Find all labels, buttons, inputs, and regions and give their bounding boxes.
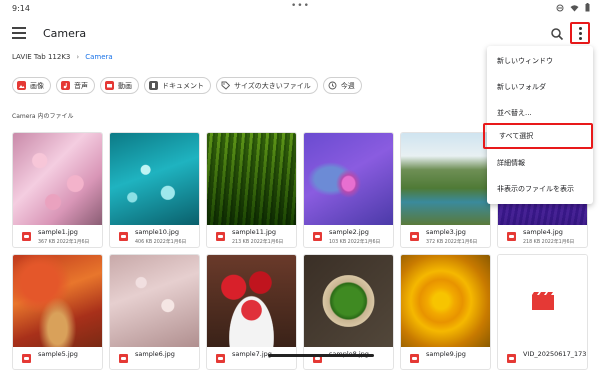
file-card[interactable]: sample9.jpg: [400, 254, 491, 370]
chip-label: 画像: [30, 81, 44, 90]
file-info: 218 KB 2022年1月6日: [523, 240, 575, 245]
file-name: sample4.jpg: [523, 228, 563, 236]
multiwindow-handle-icon[interactable]: •••: [291, 1, 310, 11]
chip-label: 今週: [340, 81, 355, 90]
dnd-icon: [556, 4, 564, 11]
video-icon: [105, 81, 114, 90]
image-file-icon: [119, 232, 128, 241]
file-info: 103 KB 2022年1月6日: [329, 240, 381, 245]
tag-icon: [221, 81, 230, 90]
image-file-icon: [313, 232, 322, 241]
more-options-button[interactable]: [570, 22, 590, 44]
file-card[interactable]: sample8.jpg: [303, 254, 394, 370]
file-thumbnail: [13, 255, 102, 347]
image-file-icon: [410, 232, 419, 241]
system-icons: [556, 3, 590, 12]
menu-item-details[interactable]: 詳細情報: [487, 150, 593, 176]
app-bar: Camera: [0, 20, 600, 48]
file-name: sample1.jpg: [38, 228, 78, 236]
file-name: sample11.jpg: [232, 228, 277, 236]
chip-audio[interactable]: 音声: [56, 77, 95, 94]
file-thumbnail: [207, 255, 296, 347]
menu-item-show-hidden[interactable]: 非表示のファイルを表示: [487, 176, 593, 202]
file-thumbnail: [110, 133, 199, 225]
history-icon: [328, 81, 337, 90]
file-name: sample3.jpg: [426, 228, 466, 236]
gesture-bar[interactable]: [268, 354, 374, 357]
chip-documents[interactable]: ドキュメント: [144, 77, 211, 94]
file-card[interactable]: sample7.jpg: [206, 254, 297, 370]
file-name: sample10.jpg: [135, 228, 180, 236]
chevron-right-icon: ›: [76, 53, 80, 61]
status-time: 9:14: [12, 4, 30, 13]
file-card[interactable]: sample3.jpg 372 KB 2022年1月6日: [400, 132, 491, 248]
file-info: 367 KB 2022年1月6日: [38, 240, 90, 245]
file-thumbnail: [207, 133, 296, 225]
chip-label: サイズの大きいファイル: [234, 81, 311, 90]
file-thumbnail: [13, 133, 102, 225]
file-thumbnail: [304, 133, 393, 225]
file-info: 406 KB 2022年1月6日: [135, 240, 187, 245]
video-file-icon: [531, 292, 554, 310]
file-info: 213 KB 2022年1月6日: [232, 240, 284, 245]
file-thumbnail: [110, 255, 199, 347]
file-info: 372 KB 2022年1月6日: [426, 240, 478, 245]
image-icon: [17, 81, 26, 90]
document-icon: [149, 81, 158, 90]
file-name: sample9.jpg: [426, 350, 466, 358]
wifi-icon: [570, 4, 579, 11]
image-file-icon: [216, 232, 225, 241]
file-card[interactable]: sample2.jpg 103 KB 2022年1月6日: [303, 132, 394, 248]
file-name: sample2.jpg: [329, 228, 369, 236]
chip-label: 音声: [74, 81, 88, 90]
file-thumbnail: [498, 255, 587, 347]
file-name: sample6.jpg: [135, 350, 175, 358]
file-card[interactable]: VID_20250617_173...: [497, 254, 588, 370]
overflow-menu: 新しいウィンドウ 新しいフォルダ 並べ替え... すべて選択 詳細情報 非表示の…: [483, 46, 593, 204]
image-file-icon: [507, 232, 516, 241]
chip-video[interactable]: 動画: [100, 77, 139, 94]
file-name: sample7.jpg: [232, 350, 272, 358]
image-file-icon: [22, 354, 31, 363]
file-card[interactable]: sample6.jpg: [109, 254, 200, 370]
file-card[interactable]: sample11.jpg 213 KB 2022年1月6日: [206, 132, 297, 248]
breadcrumb-current[interactable]: Camera: [85, 53, 112, 61]
menu-item-select-all[interactable]: すべて選択: [483, 123, 593, 149]
page-title: Camera: [43, 27, 87, 40]
breadcrumb-device[interactable]: LAVIE Tab 112K3: [12, 53, 70, 61]
chip-label: ドキュメント: [162, 81, 204, 90]
image-file-icon: [216, 354, 225, 363]
battery-icon: [585, 3, 590, 12]
file-card[interactable]: sample1.jpg 367 KB 2022年1月6日: [12, 132, 103, 248]
chip-large-files[interactable]: サイズの大きいファイル: [216, 77, 318, 94]
file-thumbnail: [304, 255, 393, 347]
image-file-icon: [119, 354, 128, 363]
file-card[interactable]: sample5.jpg: [12, 254, 103, 370]
breadcrumb: LAVIE Tab 112K3 › Camera: [12, 53, 113, 61]
image-file-icon: [22, 232, 31, 241]
chip-this-week[interactable]: 今週: [322, 77, 362, 94]
filter-chips: 画像 音声 動画 ドキュメント サイズの大きいファイル 今週: [12, 77, 362, 94]
audio-icon: [61, 81, 70, 90]
menu-item-new-window[interactable]: 新しいウィンドウ: [487, 48, 593, 74]
section-label: Camera 内のファイル: [12, 113, 74, 120]
image-file-icon: [410, 354, 419, 363]
chip-images[interactable]: 画像: [12, 77, 51, 94]
file-name: sample5.jpg: [38, 350, 78, 358]
file-name: VID_20250617_173...: [523, 350, 588, 358]
menu-icon[interactable]: [12, 27, 26, 39]
chip-label: 動画: [118, 81, 132, 90]
video-file-small-icon: [507, 354, 516, 363]
file-thumbnail: [401, 255, 490, 347]
status-bar: 9:14 •••: [0, 0, 600, 18]
file-card[interactable]: sample10.jpg 406 KB 2022年1月6日: [109, 132, 200, 248]
file-thumbnail: [401, 133, 490, 225]
search-icon[interactable]: [549, 26, 565, 42]
menu-item-new-folder[interactable]: 新しいフォルダ: [487, 74, 593, 100]
